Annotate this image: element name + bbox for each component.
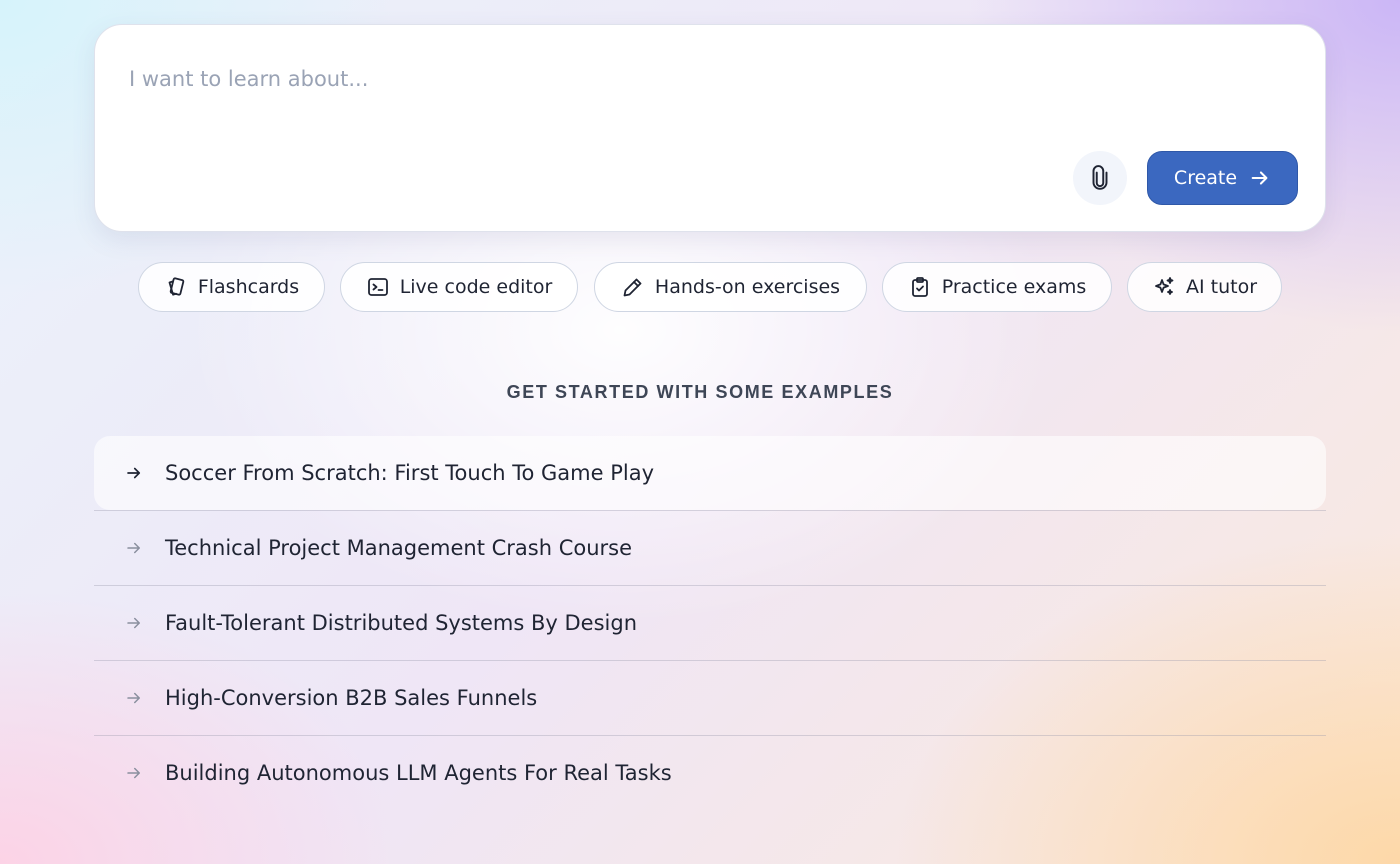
arrow-right-icon bbox=[1249, 167, 1271, 189]
clipboard-check-icon bbox=[908, 275, 932, 299]
create-button-label: Create bbox=[1173, 167, 1238, 189]
example-label: Fault-Tolerant Distributed Systems By De… bbox=[165, 611, 638, 635]
arrow-right-icon bbox=[124, 689, 144, 711]
chip-hands-on-exercises[interactable]: Hands-on exercises bbox=[594, 262, 867, 312]
create-button[interactable]: Create bbox=[1147, 151, 1298, 205]
chip-live-code-editor[interactable]: Live code editor bbox=[340, 262, 578, 312]
example-label: Soccer From Scratch: First Touch To Game… bbox=[165, 461, 655, 485]
chip-label: Practice exams bbox=[941, 276, 1087, 298]
arrow-right-icon bbox=[124, 539, 144, 561]
chip-label: Flashcards bbox=[197, 276, 300, 298]
arrow-right-icon bbox=[124, 464, 144, 486]
chip-label: Live code editor bbox=[399, 276, 553, 298]
examples-list: Soccer From Scratch: First Touch To Game… bbox=[94, 436, 1326, 810]
arrow-right-icon bbox=[124, 764, 144, 786]
chip-label: Hands-on exercises bbox=[654, 276, 841, 298]
arrow-right-icon bbox=[124, 614, 144, 636]
example-item[interactable]: Building Autonomous LLM Agents For Real … bbox=[94, 735, 1326, 810]
chip-flashcards[interactable]: Flashcards bbox=[138, 262, 325, 312]
example-item[interactable]: Fault-Tolerant Distributed Systems By De… bbox=[94, 585, 1326, 660]
example-item[interactable]: High-Conversion B2B Sales Funnels bbox=[94, 660, 1326, 735]
cards-icon bbox=[164, 275, 188, 299]
terminal-icon bbox=[366, 275, 390, 299]
example-label: Building Autonomous LLM Agents For Real … bbox=[165, 761, 672, 785]
chip-ai-tutor[interactable]: AI tutor bbox=[1127, 262, 1282, 312]
example-item[interactable]: Technical Project Management Crash Cours… bbox=[94, 510, 1326, 585]
chip-practice-exams[interactable]: Practice exams bbox=[882, 262, 1112, 312]
example-item[interactable]: Soccer From Scratch: First Touch To Game… bbox=[94, 436, 1326, 510]
example-label: Technical Project Management Crash Cours… bbox=[165, 536, 633, 560]
examples-heading: GET STARTED WITH SOME EXAMPLES bbox=[506, 382, 894, 402]
chip-label: AI tutor bbox=[1185, 276, 1258, 298]
pencil-icon bbox=[621, 275, 645, 299]
example-label: High-Conversion B2B Sales Funnels bbox=[165, 686, 538, 710]
prompt-card: Create bbox=[94, 24, 1326, 232]
sparkles-icon bbox=[1152, 275, 1176, 299]
attach-file-button[interactable] bbox=[1073, 151, 1127, 205]
learning-topic-input[interactable] bbox=[129, 59, 1229, 99]
paperclip-icon bbox=[1087, 163, 1113, 193]
